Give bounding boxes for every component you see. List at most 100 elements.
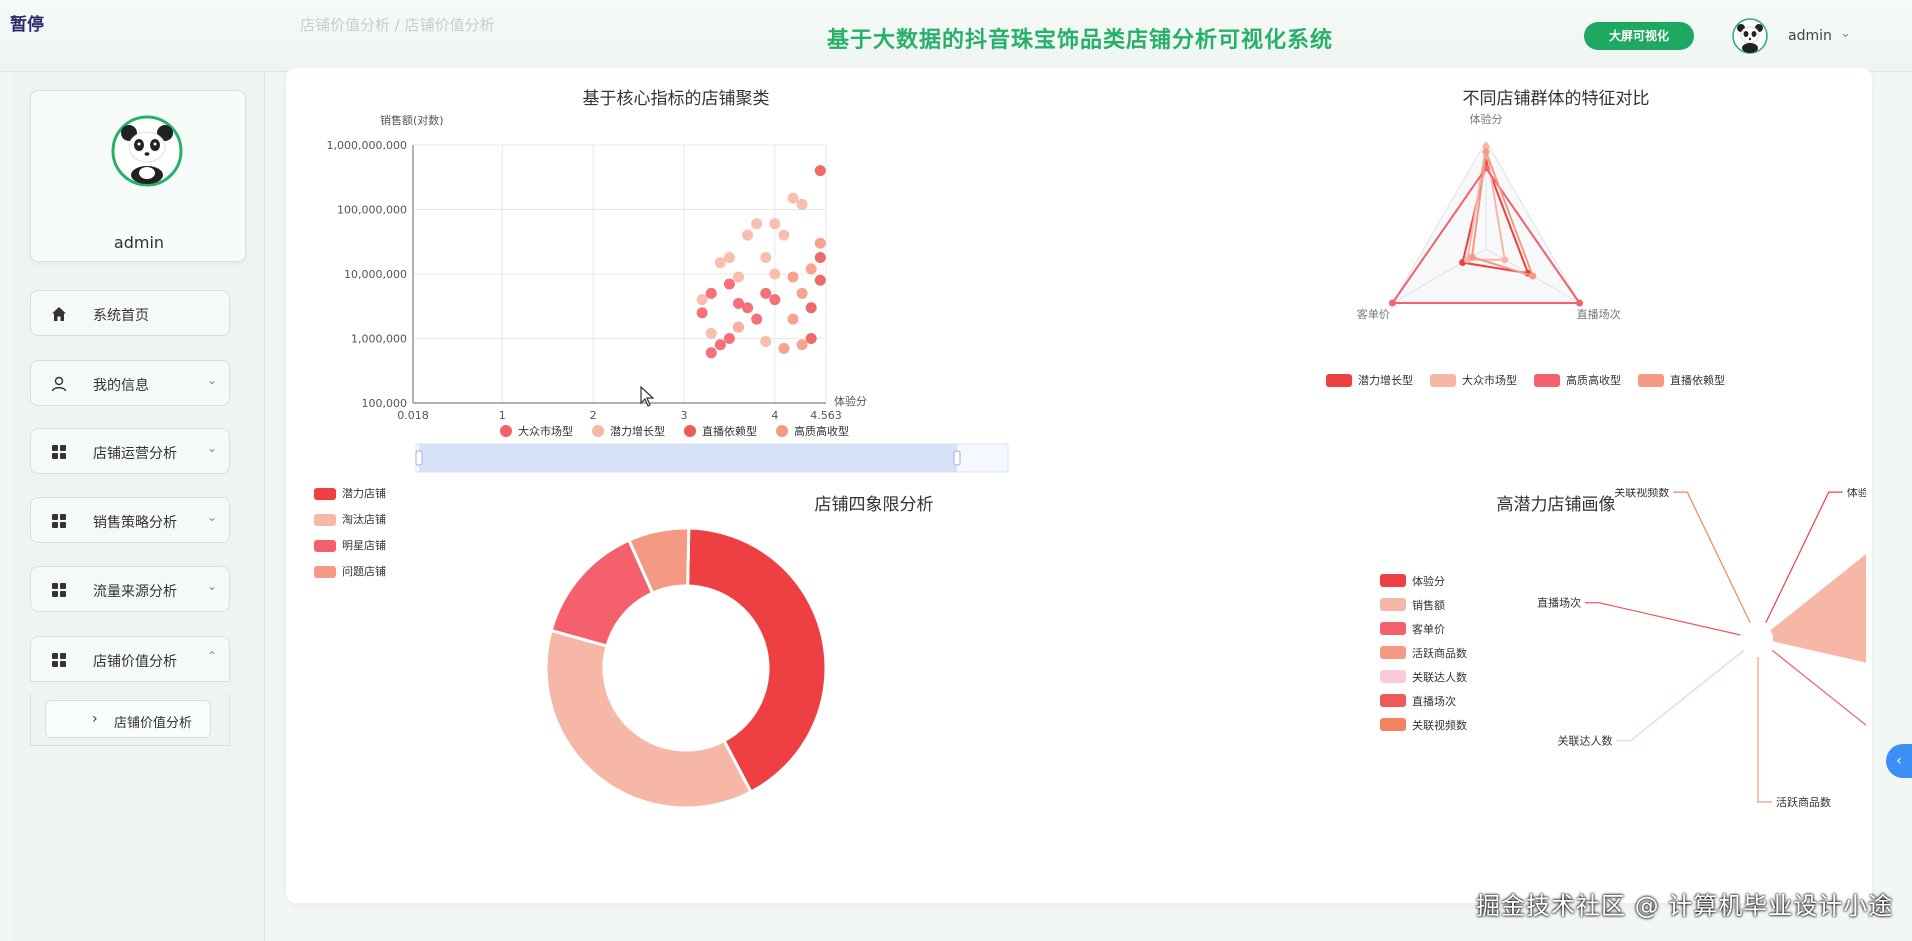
sidebar-item-store-value[interactable]: 店铺价值分析 ⌃ (30, 636, 230, 682)
scatter-chart[interactable]: 1,000,000,000 100,000,000 10,000,000 1,000,… (286, 68, 1086, 488)
sidebar-item-home[interactable]: 系统首页 (30, 290, 230, 336)
sidebar-item-label: 店铺价值分析 (93, 654, 177, 670)
grid-icon (52, 583, 66, 597)
scatter-point (751, 313, 763, 325)
profile-card: admin (30, 90, 246, 262)
radar-indicator-label: 客单价 (1357, 307, 1390, 321)
y-tick-label: 1,000,000 (351, 333, 407, 346)
chevron-down-icon[interactable]: ⌄ (1840, 26, 1851, 41)
x-axis-title: 体验分 (834, 394, 867, 408)
legend-label: 潜力店铺 (342, 488, 386, 500)
legend-label: 直播依赖型 (702, 424, 757, 438)
sidebar-item-my-info[interactable]: 我的信息 ⌄ (30, 360, 230, 406)
profile-name: admin (113, 233, 165, 252)
x-tick-label: 3 (680, 409, 687, 422)
legend-marker (314, 514, 336, 526)
scatter-point (723, 333, 735, 344)
bigscreen-button[interactable]: 大屏可视化 (1584, 22, 1694, 50)
submenu-item-label: 店铺价值分析 (114, 716, 193, 731)
submenu-item-store-value-analysis[interactable]: › 店铺价值分析 (45, 700, 211, 738)
legend-marker (684, 425, 696, 437)
chevron-up-icon: ⌃ (207, 649, 218, 663)
legend-marker (1380, 622, 1406, 635)
legend-marker (500, 425, 512, 437)
rose-label-line (1757, 657, 1772, 803)
scatter-point (751, 218, 763, 230)
legend-label: 淘汰店铺 (342, 512, 386, 526)
chart-title-radar: 不同店铺群体的特征对比 (1462, 89, 1650, 109)
radar-point (1482, 148, 1490, 156)
rose-label-line (1585, 602, 1741, 636)
scatter-point (705, 347, 717, 359)
scatter-point (814, 252, 826, 264)
legend-label: 大众市场型 (518, 424, 573, 438)
legend-marker (314, 540, 336, 552)
radar-point (1529, 272, 1537, 280)
scatter-point (742, 229, 754, 241)
sidebar-item-label: 我的信息 (93, 378, 149, 394)
legend-label: 高质高收型 (1566, 373, 1621, 387)
legend-label: 直播依赖型 (1670, 373, 1725, 387)
x-tick-label: 4.563 (810, 409, 842, 422)
donut-chart[interactable]: 潜力店铺淘汰店铺明星店铺问题店铺 (286, 488, 1186, 908)
mouse-cursor-icon (640, 386, 655, 407)
scatter-point (705, 287, 717, 299)
grid-icon (52, 445, 66, 459)
sidebar-item-sales-strategy[interactable]: 销售策略分析 ⌄ (30, 497, 230, 543)
rose-label: 关联视频数 (1614, 488, 1669, 499)
rose-slice (1767, 551, 1866, 665)
legend-label: 潜力增长型 (610, 424, 665, 438)
scatter-point (796, 287, 808, 299)
scatter-point (760, 287, 772, 299)
legend-label: 明星店铺 (342, 538, 386, 552)
scatter-point (769, 218, 781, 230)
radar-indicator-label: 直播场次 (1577, 307, 1621, 321)
legend-marker (1534, 374, 1560, 387)
rose-label: 直播场次 (1537, 596, 1581, 610)
legend-label: 高质高收型 (794, 424, 849, 438)
scatter-point (732, 321, 744, 333)
legend-marker (1380, 598, 1406, 611)
legend-marker (314, 488, 336, 500)
radar-point (1468, 253, 1476, 261)
scatter-point (796, 198, 808, 210)
scatter-point (760, 335, 772, 347)
rose-label: 体验分 (1847, 488, 1866, 499)
scatter-point (814, 274, 826, 286)
scatter-point (732, 297, 744, 309)
panda-avatar-icon[interactable] (1732, 18, 1768, 54)
scatter-point (714, 339, 726, 351)
rose-label: 关联达人数 (1558, 734, 1613, 748)
sidebar-item-store-operation[interactable]: 店铺运营分析 ⌄ (30, 428, 230, 474)
legend-marker (1326, 374, 1352, 387)
legend-label: 直播场次 (1412, 694, 1456, 708)
sidebar-item-traffic-source[interactable]: 流量来源分析 ⌄ (30, 566, 230, 612)
datazoom-handle-left (415, 450, 423, 466)
rose-label-line (1673, 491, 1751, 624)
scatter-point (769, 268, 781, 280)
header-username[interactable]: admin (1788, 28, 1832, 44)
legend-label: 销售额 (1412, 598, 1445, 612)
legend-label: 关联视频数 (1412, 718, 1467, 732)
x-tick-label: 4 (771, 409, 778, 422)
pause-tag: 暂停 (10, 15, 44, 35)
side-tab-toggle[interactable]: ‹ (1886, 744, 1912, 778)
legend-marker (1430, 374, 1456, 387)
y-tick-label: 100,000,000 (337, 204, 407, 217)
radar-chart[interactable]: 体验分直播场次 客单价潜力增长型 大众市场型 高质高收型 直播依赖型 (1286, 108, 1846, 448)
legend-marker (1380, 670, 1406, 683)
breadcrumb: 店铺价值分析 / 店铺价值分析 (300, 16, 495, 34)
datazoom-window (419, 444, 957, 472)
grid-icon (52, 514, 66, 528)
scatter-point (796, 339, 808, 351)
legend-marker (776, 425, 788, 437)
radar-point (1576, 299, 1584, 307)
legend-label: 问题店铺 (342, 564, 386, 578)
rose-chart[interactable]: 体验分销售额客单价活跃商品数关联达人数直播场次关联视频数体验分销售额客单价活跃商… (1086, 488, 1866, 908)
sidebar-item-label: 流量来源分析 (93, 584, 177, 600)
user-icon (51, 376, 67, 392)
chevron-down-icon: ⌄ (207, 510, 218, 524)
rose-label-line (1771, 649, 1866, 726)
scatter-point (805, 333, 817, 344)
scatter-point (760, 252, 772, 264)
